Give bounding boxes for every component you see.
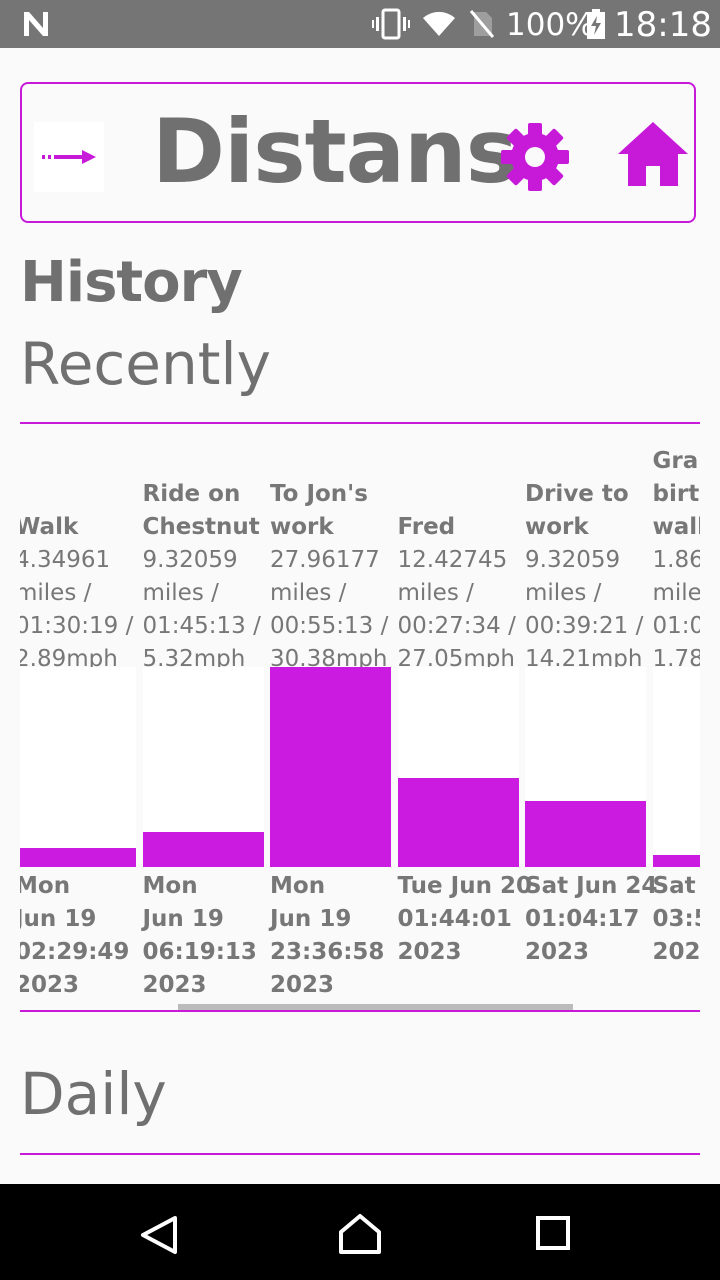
trip-column[interactable]: Walk 4.34961 miles / 01:30:19 / 2.89mph Mo… [20,424,136,1010]
wifi-icon [423,11,455,37]
section-daily-title: Daily [20,1060,167,1128]
page-title: History [20,250,243,315]
battery-percent: 100% [506,7,595,43]
app-header: Distans [20,82,696,223]
trip-name: Ride on Chestnut [142,481,260,540]
trip-name: Drive to work [525,481,629,540]
trip-name: Fred [397,514,456,540]
trip-stats: 12.42745 miles / 00:27:34 / 27.05mph [397,547,516,672]
vibrate-icon [372,8,410,40]
trip-bar[interactable] [270,667,391,867]
navigation-bar [0,1184,720,1280]
trip-column[interactable]: Gran birth walk 1.86 mile 01:0 1.78 Sat J … [652,424,701,1010]
trip-stats: 1.86 mile 01:0 1.78 [652,547,701,672]
trip-date: Mon Jun 19 06:19:13 2023 [142,873,257,998]
trip-label: Drive to work 9.32059 miles / 00:39:21 / … [525,478,661,676]
bar-track [142,667,264,867]
divider [20,1010,700,1012]
arrow-right-icon [42,150,96,164]
menu-button[interactable] [34,122,104,192]
recents-square-icon[interactable] [536,1216,570,1250]
trip-stats: 9.32059 miles / 00:39:21 / 14.21mph [525,547,644,672]
app-title: Distans [152,100,518,203]
trip-stats: 27.96177 miles / 00:55:13 / 30.38mph [270,547,389,672]
trip-column[interactable]: Fred 12.42745 miles / 00:27:34 / 27.05mph… [397,424,532,1010]
trip-date: Tue Jun 20 01:44:01 2023 [397,873,532,965]
trip-name: Gran birth walk [652,448,701,540]
trip-bar[interactable] [20,848,136,867]
trip-label: Gran birth walk 1.86 mile 01:0 1.78 [653,445,701,676]
home-icon[interactable] [616,120,690,188]
trip-name: To Jon's work [270,481,368,540]
recent-trips-chart[interactable]: Walk 4.34961 miles / 01:30:19 / 2.89mph Mo… [20,424,700,1010]
trip-name: Walk [20,514,79,540]
battery-charging-icon [587,9,605,39]
trip-column[interactable]: To Jon's work 27.96177 miles / 00:55:13 /… [270,424,391,1010]
bar-track [525,667,646,867]
bar-track [397,667,519,867]
no-sim-icon [470,10,494,38]
trip-label: To Jon's work 27.96177 miles / 00:55:13 /… [270,478,406,676]
gear-icon[interactable] [500,122,570,192]
trip-bar[interactable] [525,801,646,867]
n-logo-icon [24,12,48,36]
trip-bar[interactable] [397,778,519,867]
bar-track [270,667,391,867]
status-bar: 100% 18:18 [0,0,720,48]
trip-label: Fred 12.42745 miles / 00:27:34 / 27.05mph [398,511,534,676]
divider [20,1153,700,1155]
section-recently-title: Recently [20,330,271,398]
trip-stats: 9.32059 miles / 01:45:13 / 5.32mph [142,547,261,672]
bar-track [652,667,700,867]
bar-track [20,667,136,867]
trip-bar[interactable] [142,832,264,867]
trip-bar[interactable] [652,855,700,867]
home-circle-icon[interactable] [338,1212,382,1256]
clock: 18:18 [614,5,712,45]
trip-column[interactable]: Drive to work 9.32059 miles / 00:39:21 / … [525,424,657,1010]
trip-date: Sat Jun 24 01:04:17 2023 [525,873,658,965]
trip-date: Mon Jun 19 02:29:49 2023 [20,873,130,998]
trip-label: Ride on Chestnut 9.32059 miles / 01:45:13… [143,478,279,676]
back-triangle-icon[interactable] [138,1214,180,1256]
trip-label: Walk 4.34961 miles / 01:30:19 / 2.89mph [20,511,151,676]
trip-stats: 4.34961 miles / 01:30:19 / 2.89mph [20,547,134,672]
trip-date: Sat J 03:5 2023 [652,873,701,965]
trip-column[interactable]: Ride on Chestnut 9.32059 miles / 01:45:13… [142,424,264,1010]
trip-date: Mon Jun 19 23:36:58 2023 [270,873,385,998]
